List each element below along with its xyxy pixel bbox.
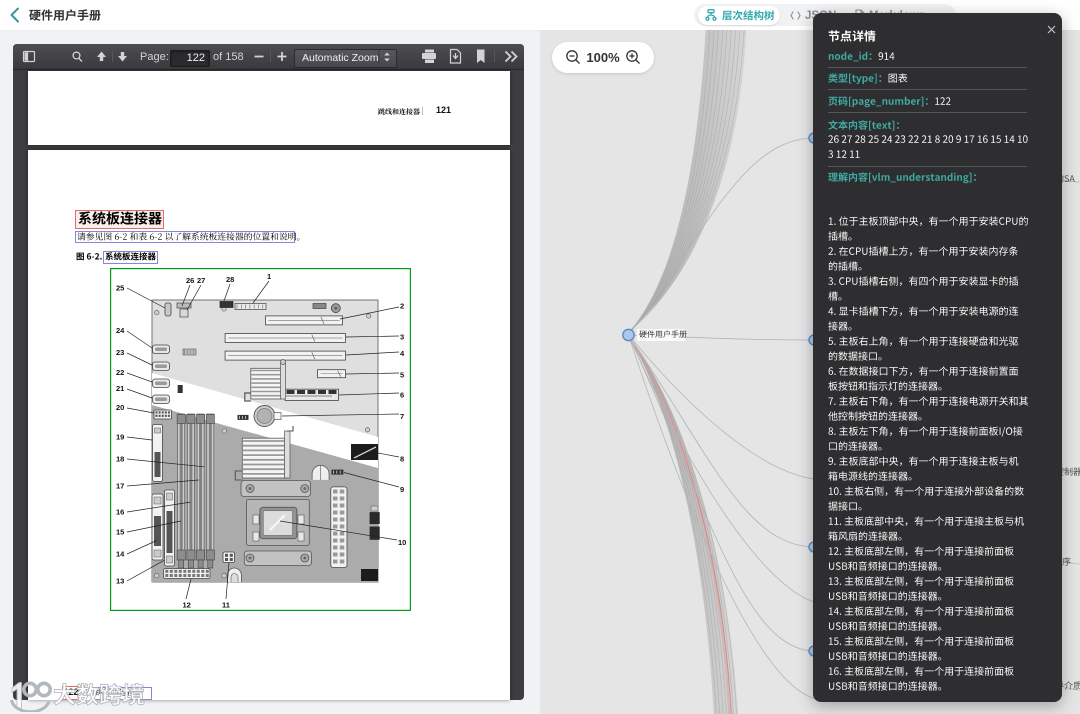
svg-text:21: 21: [116, 384, 124, 393]
svg-text:19: 19: [116, 433, 124, 442]
svg-text:6: 6: [400, 391, 404, 400]
svg-text:3: 3: [400, 333, 404, 342]
svg-text:10: 10: [398, 538, 406, 547]
svg-text:11: 11: [222, 600, 230, 609]
svg-text:14: 14: [116, 550, 125, 559]
svg-text:17: 17: [116, 482, 124, 491]
svg-text:9: 9: [400, 485, 404, 494]
svg-text:5: 5: [400, 371, 404, 380]
svg-text:1: 1: [267, 272, 271, 281]
svg-text:28: 28: [226, 275, 234, 284]
svg-text:12: 12: [183, 600, 191, 609]
svg-text:24: 24: [116, 326, 125, 335]
svg-text:15: 15: [116, 528, 124, 537]
svg-text:20: 20: [116, 403, 124, 412]
svg-text:7: 7: [400, 412, 404, 421]
svg-text:26: 26: [186, 276, 194, 285]
svg-text:8: 8: [400, 455, 404, 464]
svg-text:25: 25: [116, 283, 124, 292]
svg-text:23: 23: [116, 348, 124, 357]
svg-text:22: 22: [116, 368, 124, 377]
svg-text:27: 27: [197, 276, 205, 285]
svg-text:2: 2: [400, 302, 404, 311]
svg-text:16: 16: [116, 508, 124, 517]
svg-text:13: 13: [116, 577, 124, 586]
svg-text:18: 18: [116, 455, 124, 464]
